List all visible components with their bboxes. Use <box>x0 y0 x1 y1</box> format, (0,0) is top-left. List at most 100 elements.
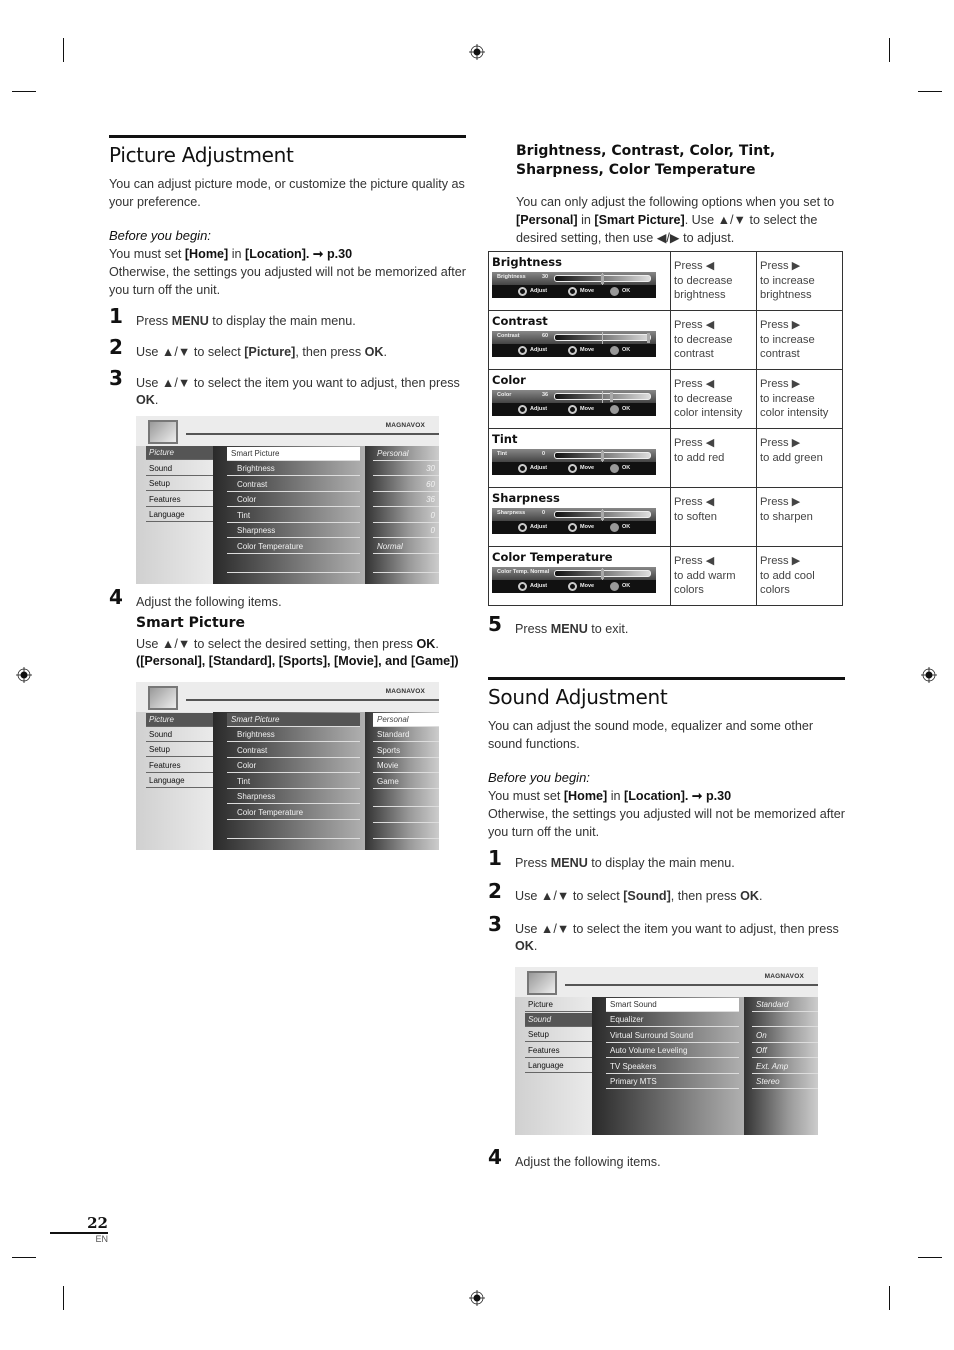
submenu-item-sharpness[interactable]: Sharpness <box>227 524 360 538</box>
menu-item-setup[interactable]: Setup <box>146 743 213 757</box>
osd-slider-track[interactable] <box>554 450 651 462</box>
osd-slider-track[interactable] <box>554 391 651 403</box>
value-column: Personal 30 60 36 0 0 Normal <box>365 446 439 584</box>
menu-item-setup[interactable]: Setup <box>525 1028 592 1042</box>
ok-key: OK <box>515 939 534 953</box>
option-personal[interactable]: Personal <box>373 713 439 727</box>
step-number: 2 <box>488 879 502 903</box>
menu-item-sound[interactable]: Sound <box>146 728 213 742</box>
section-title: Sound Adjustment <box>488 685 668 709</box>
slider-knob[interactable] <box>610 392 613 402</box>
osd-label: Brightness <box>497 274 526 280</box>
osd-slider-track[interactable] <box>554 332 651 344</box>
option-standard[interactable]: Standard <box>373 728 439 742</box>
left-effect-text: to add warm colors <box>674 569 736 597</box>
slider-knob[interactable] <box>601 274 604 284</box>
left-effect-text: to decrease contrast <box>674 333 733 361</box>
menu-item-sound[interactable]: Sound <box>146 462 213 476</box>
step-number: 3 <box>488 912 502 936</box>
osd-slider-bar: Color 36 <box>492 390 656 403</box>
page-reference-link[interactable]: . ➞ p.30 <box>685 789 731 803</box>
submenu-item-sharpness[interactable]: Sharpness <box>227 790 360 804</box>
registration-mark-icon <box>16 667 32 683</box>
submenu-item-tv-speakers[interactable]: TV Speakers <box>606 1060 739 1074</box>
menu-item-features[interactable]: Features <box>146 493 213 507</box>
before-text: You must set <box>109 247 185 261</box>
submenu-item-tint[interactable]: Tint <box>227 509 360 523</box>
submenu-item-equalizer[interactable]: Equalizer <box>606 1013 739 1027</box>
submenu-item-primary-mts[interactable]: Primary MTS <box>606 1075 739 1089</box>
step-4: 4 Adjust the following items. <box>488 1147 845 1171</box>
menu-item-setup[interactable]: Setup <box>146 477 213 491</box>
slider-knob[interactable] <box>601 569 604 579</box>
step-text: . <box>383 345 388 359</box>
slider-knob[interactable] <box>601 451 604 461</box>
ok-key: OK <box>364 345 384 359</box>
intro-text: You can adjust picture mode, or customiz… <box>109 177 465 209</box>
submenu-item-virtual-surround[interactable]: Virtual Surround Sound <box>606 1029 739 1043</box>
step-number: 2 <box>109 335 123 359</box>
adjust-section-header: Brightness, Contrast, Color, Tint, Sharp… <box>516 142 846 247</box>
menu-item-features[interactable]: Features <box>525 1044 592 1058</box>
osd-key-guide: Adjust Move OK <box>492 285 656 298</box>
before-you-begin: Before you begin: You must set [Home] in… <box>109 227 466 299</box>
submenu-item-smart-sound[interactable]: Smart Sound <box>606 998 739 1012</box>
menu-key: MENU <box>550 856 588 870</box>
osd-slider-track[interactable] <box>554 568 651 580</box>
submenu-item-brightness[interactable]: Brightness <box>227 728 360 742</box>
option-movie[interactable]: Movie <box>373 759 439 773</box>
menu-item-picture[interactable]: Picture <box>146 446 213 460</box>
slider-knob[interactable] <box>647 333 650 343</box>
registration-mark-icon <box>921 667 937 683</box>
submenu-item-smart-picture[interactable]: Smart Picture <box>227 447 360 461</box>
section-rule <box>488 677 845 680</box>
step-text: Press <box>515 622 551 636</box>
slider-center-mark <box>602 332 603 344</box>
ok-button-icon <box>610 287 619 296</box>
osd-slider-track[interactable] <box>554 509 651 521</box>
submenu-item-tint[interactable]: Tint <box>227 775 360 789</box>
menu-item-picture[interactable]: Picture <box>525 998 592 1012</box>
increase-instruction: Press ▶ to sharpen <box>756 487 843 547</box>
submenu-item-color[interactable]: Color <box>227 493 360 507</box>
submenu-item-color-temperature[interactable]: Color Temperature <box>227 540 360 554</box>
left-effect-text: to soften <box>674 510 717 523</box>
option-game[interactable]: Game <box>373 775 439 789</box>
submenu-item-brightness[interactable]: Brightness <box>227 462 360 476</box>
left-effect-text: to add red <box>674 451 725 464</box>
menu-item-features[interactable]: Features <box>146 759 213 773</box>
menu-item-sound[interactable]: Sound <box>525 1013 592 1027</box>
submenu-item-contrast[interactable]: Contrast <box>227 744 360 758</box>
press-left-text: Press ◀ <box>674 555 715 567</box>
osd-slider-track[interactable] <box>554 273 651 285</box>
option-sports[interactable]: Sports <box>373 744 439 758</box>
right-effect-text: to increase brightness <box>760 274 815 302</box>
value-color-temperature: Normal <box>373 540 439 554</box>
smart-picture-section: 4 Adjust the following items. Smart Pict… <box>109 587 466 670</box>
sub-menu: Smart Sound Equalizer Virtual Surround S… <box>592 997 744 1135</box>
page-footer: 22 EN <box>50 1214 108 1244</box>
step-4: 4 Adjust the following items. <box>109 587 466 611</box>
move-dpad-icon <box>568 582 577 591</box>
menu-item-language[interactable]: Language <box>146 774 213 788</box>
menu-item-picture[interactable]: Picture <box>146 713 213 727</box>
submenu-item-color[interactable]: Color <box>227 759 360 773</box>
submenu-item-color-temperature[interactable]: Color Temperature <box>227 806 360 820</box>
submenu-item-auto-volume[interactable]: Auto Volume Leveling <box>606 1044 739 1058</box>
submenu-item-contrast[interactable]: Contrast <box>227 478 360 492</box>
adjust-intro: You can only adjust the following option… <box>516 193 846 247</box>
sound-step-4: 4 Adjust the following items. <box>488 1147 845 1171</box>
submenu-item-smart-picture[interactable]: Smart Picture <box>227 713 360 727</box>
osd-label: Sharpness <box>497 510 526 516</box>
increase-instruction: Press ▶ to increase contrast <box>756 310 843 370</box>
step-text: to exit. <box>587 622 629 636</box>
menu-item-language[interactable]: Language <box>146 508 213 522</box>
adjust-cell-contrast: Contrast Contrast 60 Adjust Move OK <box>488 310 671 370</box>
menu-item-language[interactable]: Language <box>525 1059 592 1073</box>
smart-picture-heading: Smart Picture <box>136 615 246 631</box>
slider-knob[interactable] <box>601 510 604 520</box>
brand-logo: MAGNAVOX <box>385 688 425 695</box>
step-3: 3 Use ▲/▼ to select the item you want to… <box>109 368 466 409</box>
adjust-table: Brightness Brightness 30 Adjust Move OK Press … <box>488 251 843 606</box>
page-reference-link[interactable]: . ➞ p.30 <box>306 247 352 261</box>
